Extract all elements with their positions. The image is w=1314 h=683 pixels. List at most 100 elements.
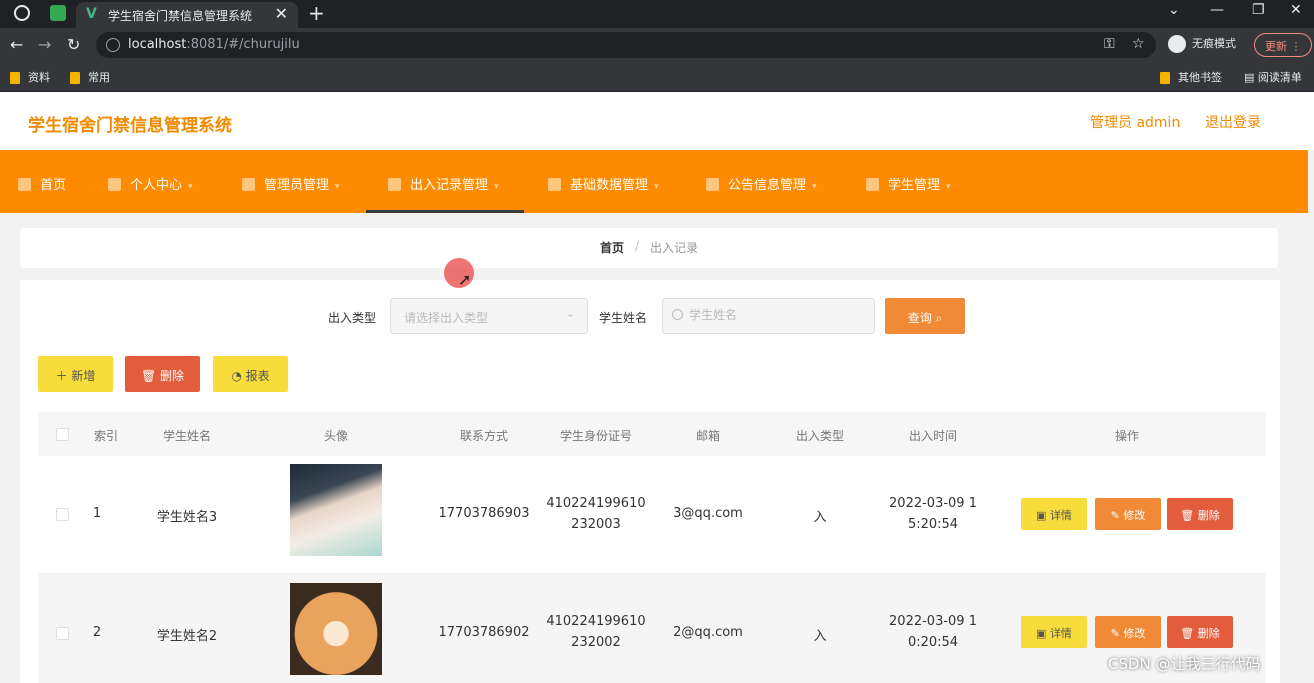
nav-label: 公告信息管理 (728, 178, 807, 193)
bookmark-star-icon[interactable]: ☆ (1132, 36, 1145, 52)
add-button[interactable]: ＋ 新增 (38, 356, 113, 392)
chevron-down-icon: ▾ (654, 182, 659, 192)
chevron-down-icon: ▾ (494, 182, 499, 192)
type-select[interactable]: 请选择出入类型 ⌄ (390, 298, 588, 334)
tab-search-icon[interactable]: ⌄ (1168, 2, 1180, 18)
reading-list[interactable]: ▤ 阅读清单 (1244, 69, 1302, 85)
nav-item-home[interactable]: 首页 (18, 150, 88, 213)
nav-item-notices[interactable]: 公告信息管理 ▾ (706, 150, 846, 213)
site-info-icon[interactable] (106, 38, 120, 52)
entry-type: 入 (813, 510, 827, 525)
nav-item-records[interactable]: 出入记录管理 ▾ (366, 150, 524, 213)
tab-title: 学生宿舍门禁信息管理系统 (108, 9, 253, 23)
nav-item-students[interactable]: 学生管理 ▾ (866, 150, 976, 213)
folder-icon (70, 72, 80, 84)
column-header: 索引 (93, 429, 119, 443)
nav-item-profile[interactable]: 个人中心 ▾ (108, 150, 218, 213)
new-tab-button[interactable]: + (308, 1, 325, 25)
nav-item-basic-data[interactable]: 基础数据管理 ▾ (548, 150, 688, 213)
detail-label: 详情 (1049, 627, 1072, 640)
delete-label: 删除 (1197, 627, 1220, 640)
tab-close-button[interactable]: ✕ (275, 4, 288, 23)
forward-icon[interactable]: → (38, 35, 51, 54)
row-checkbox[interactable] (56, 508, 69, 521)
entry-time-line1: 2022-03-09 1 (889, 614, 977, 629)
id-number-line2: 232003 (571, 517, 621, 532)
select-all-checkbox[interactable] (56, 428, 69, 441)
detail-icon: ▣ (1036, 509, 1050, 522)
key-icon[interactable]: ⚿ (1104, 36, 1115, 52)
breadcrumb-current: 出入记录 (650, 241, 699, 255)
detail-button[interactable]: ▣ 详情 (1021, 616, 1087, 648)
nav-label: 个人中心 (130, 178, 183, 193)
folder-icon (10, 72, 20, 84)
nav-label: 出入记录管理 (410, 178, 489, 193)
url-path: :8081/#/churujilu (186, 37, 300, 52)
avatar (290, 464, 382, 556)
row-checkbox[interactable] (56, 627, 69, 640)
vue-logo-icon: V (86, 6, 97, 22)
home-icon (18, 178, 31, 191)
report-button[interactable]: ◔ 报表 (213, 356, 288, 392)
edit-button[interactable]: ✎ 修改 (1095, 616, 1161, 648)
bulk-delete-button[interactable]: 🗑 删除 (125, 356, 200, 392)
id-number-line1: 410224199610 (546, 614, 646, 629)
user-icon (388, 178, 401, 191)
row-index: 2 (92, 625, 102, 640)
id-number-line1: 410224199610 (546, 496, 646, 511)
phone: 17703786903 (438, 506, 530, 521)
user-icon (108, 178, 121, 191)
edit-button[interactable]: ✎ 修改 (1095, 498, 1161, 530)
watermark: CSDN @让我三行代码 (1108, 655, 1261, 673)
nav-item-admin[interactable]: 管理员管理 ▾ (242, 150, 362, 213)
trash-icon: 🗑 (1180, 509, 1198, 522)
other-bookmarks[interactable]: 其他书签 (1160, 69, 1222, 85)
bookmark-item[interactable]: 资料 (10, 69, 50, 85)
name-filter-label: 学生姓名 (599, 311, 648, 325)
folder-icon (1160, 72, 1170, 84)
incognito-label: 无痕模式 (1192, 37, 1236, 50)
logout-link[interactable]: 退出登录 (1205, 112, 1261, 132)
column-header: 头像 (323, 429, 349, 443)
edit-icon: ✎ (1110, 627, 1124, 640)
delete-button[interactable]: 🗑 删除 (1167, 616, 1233, 648)
detail-button[interactable]: ▣ 详情 (1021, 498, 1087, 530)
close-window-icon[interactable]: ✕ (1290, 2, 1302, 18)
admin-icon (242, 178, 255, 191)
browser-tab[interactable]: V 学生宿舍门禁信息管理系统 ✕ (76, 2, 298, 28)
globe-icon (14, 5, 30, 21)
query-button[interactable]: 查询 ⌕ (885, 298, 965, 334)
name-search-input[interactable] (689, 308, 869, 322)
restore-icon[interactable]: ❐ (1252, 2, 1265, 18)
nav-label: 管理员管理 (264, 178, 330, 193)
type-filter-label: 出入类型 (328, 311, 377, 325)
name-search-field[interactable] (662, 298, 875, 334)
column-header: 邮箱 (695, 429, 721, 443)
nav-label: 学生管理 (888, 178, 941, 193)
column-header: 操作 (1114, 429, 1140, 443)
reload-icon[interactable]: ↻ (67, 35, 80, 54)
student-name: 学生姓名3 (156, 510, 218, 525)
breadcrumb-separator: / (635, 239, 640, 253)
email: 2@qq.com (673, 625, 743, 640)
avatar (290, 583, 382, 675)
omnibox[interactable]: localhost:8081/#/churujilu ⚿ ☆ (96, 32, 1156, 58)
notice-icon (706, 178, 719, 191)
minimize-icon[interactable]: — (1210, 2, 1224, 18)
bookmark-item[interactable]: 常用 (70, 69, 110, 85)
incognito-indicator[interactable]: 无痕模式 (1168, 35, 1236, 53)
column-header: 联系方式 (459, 429, 509, 443)
table-header: 索引 学生姓名 头像 联系方式 学生身份证号 邮箱 出入类型 出入时间 操作 (38, 412, 1266, 456)
reading-list-icon: ▤ (1244, 71, 1258, 84)
delete-button[interactable]: 🗑 删除 (1167, 498, 1233, 530)
sheet-favicon[interactable] (50, 5, 66, 21)
breadcrumb-home[interactable]: 首页 (600, 239, 624, 256)
incognito-icon (1168, 35, 1186, 53)
type-select-placeholder: 请选择出入类型 (404, 311, 489, 325)
chevron-down-icon: ▾ (188, 182, 193, 192)
trash-icon: 🗑 (140, 369, 161, 383)
url-text[interactable]: localhost:8081/#/churujilu (128, 37, 300, 52)
table-row: 2 学生姓名2 17703786902 410224199610 232002 … (38, 574, 1266, 683)
update-button[interactable]: 更新 ⋮ (1254, 33, 1312, 57)
back-icon[interactable]: ← (10, 35, 23, 54)
